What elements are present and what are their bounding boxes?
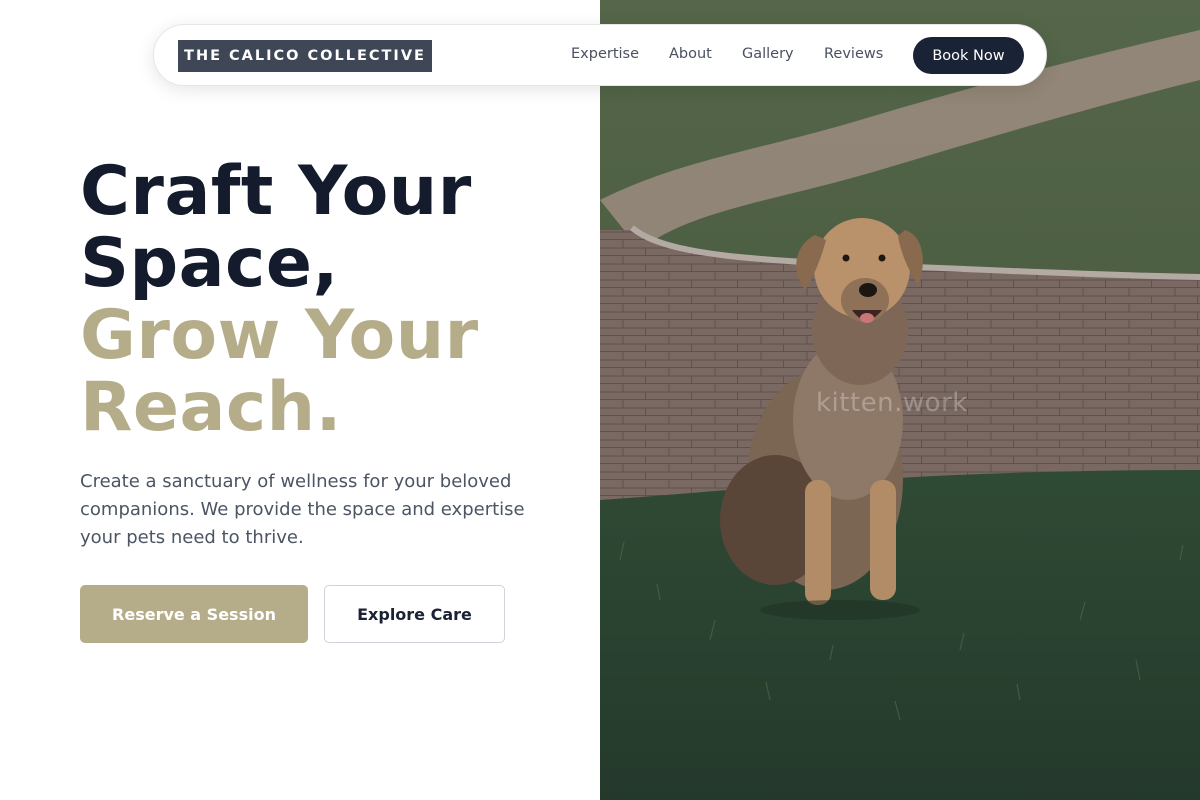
watermark-text: kitten.work xyxy=(816,388,968,418)
headline-line-2: Space, xyxy=(80,224,339,303)
book-now-button[interactable]: Book Now xyxy=(913,37,1024,74)
hero-subtitle: Create a sanctuary of wellness for your … xyxy=(80,471,525,548)
hero-photo: kitten.work xyxy=(600,0,1200,800)
nav-link-about[interactable]: About xyxy=(669,46,712,62)
nav-link-expertise[interactable]: Expertise xyxy=(571,46,639,62)
headline-line-3: Grow Your xyxy=(80,296,479,375)
headline-line-4: Reach. xyxy=(80,368,342,447)
hero-headline: Craft Your Space, Grow Your Reach. xyxy=(80,156,479,444)
nav-link-gallery[interactable]: Gallery xyxy=(742,46,794,62)
top-navbar: THE CALICO COLLECTIVE Expertise About Ga… xyxy=(153,24,1047,86)
headline-line-1: Craft Your xyxy=(80,152,472,231)
nav-link-reviews[interactable]: Reviews xyxy=(824,46,883,62)
brand-logo[interactable]: THE CALICO COLLECTIVE xyxy=(178,40,432,72)
explore-care-button[interactable]: Explore Care xyxy=(324,585,505,643)
reserve-session-button[interactable]: Reserve a Session xyxy=(80,585,308,643)
